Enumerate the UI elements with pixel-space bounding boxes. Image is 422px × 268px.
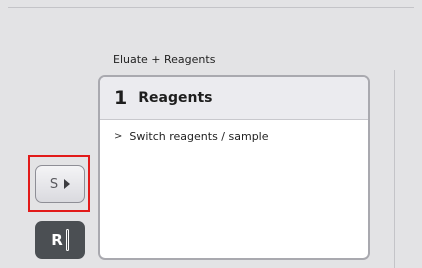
panel-title: Reagents [138,90,213,106]
play-triangle-icon [64,179,71,189]
right-divider [394,70,395,268]
s-button[interactable]: S [35,165,85,203]
list-item-switch-reagents[interactable]: > Switch reagents / sample [100,120,368,143]
r-button[interactable]: R [35,221,85,259]
panel-header[interactable]: 1 Reagents [100,77,368,120]
chevron-right-icon: > [114,131,123,142]
r-button-label: R [51,231,63,249]
tube-icon [65,229,69,251]
section-label: Eluate + Reagents [113,53,216,66]
step-number: 1 [114,87,128,109]
top-divider [8,7,414,8]
list-item-label: Switch reagents / sample [129,130,269,143]
reagents-panel: 1 Reagents > Switch reagents / sample [98,75,370,260]
s-button-label: S [49,176,59,192]
